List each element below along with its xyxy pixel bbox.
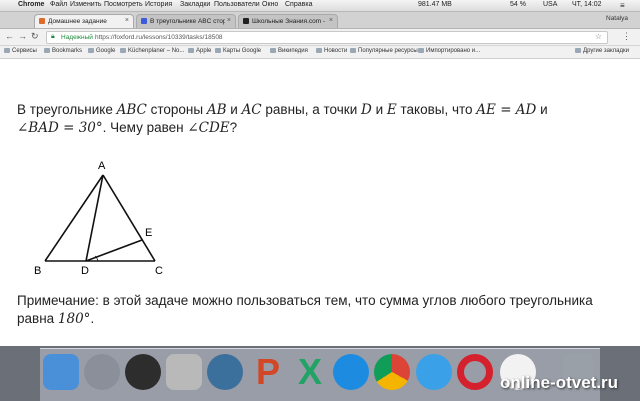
tab-title: Школьные Знания.com - Реш...	[252, 18, 327, 25]
bookmark-item[interactable]: Google	[88, 48, 115, 54]
other-bookmarks[interactable]: Другие закладки	[575, 48, 629, 54]
excel-icon[interactable]: X	[292, 354, 328, 390]
address-bar[interactable]: 🔒︎ Надежный https://foxford.ru/lessons/1…	[46, 31, 608, 44]
foxford-favicon-icon	[39, 18, 45, 24]
math-question: ∠CDE	[187, 120, 230, 136]
bookmark-item[interactable]: Карты Google	[215, 48, 261, 54]
apple-icon	[188, 48, 194, 53]
tab-title: В треугольнике ABC сторон...	[150, 18, 225, 25]
secure-label: Надежный	[61, 33, 93, 41]
menu-users[interactable]: Пользователи	[214, 1, 260, 8]
battery-status[interactable]: 54 %	[510, 1, 526, 8]
label-d: D	[81, 265, 89, 277]
folder-icon	[215, 48, 221, 53]
back-icon[interactable]: ←	[5, 31, 14, 41]
bookmark-star-icon[interactable]: ☆	[595, 32, 602, 41]
menu-history[interactable]: История	[145, 1, 172, 8]
bookmark-item[interactable]: Популярные ресурсы	[350, 48, 418, 54]
znanija-favicon-icon	[243, 18, 249, 24]
opera-icon[interactable]	[457, 354, 493, 390]
menu-help[interactable]: Справка	[285, 1, 312, 8]
google-favicon-icon	[141, 18, 147, 24]
menu-icon[interactable]: ⋮	[622, 31, 631, 42]
segment-de	[85, 239, 143, 262]
label-a: A	[98, 160, 106, 172]
time-machine-icon[interactable]	[207, 354, 243, 390]
wiki-icon	[270, 48, 276, 53]
bookmark-item[interactable]: Импортировано и...	[418, 48, 480, 54]
clock[interactable]: ЧТ, 14:02	[572, 1, 602, 8]
bookmark-item[interactable]: Новости	[316, 48, 347, 54]
spotlight-icon[interactable]: ≡	[620, 1, 625, 10]
profile-name[interactable]: Natalya	[606, 15, 628, 22]
math-d: D	[361, 102, 372, 118]
bookmarks-bar: Сервисы Bookmarks Google Küchenplaner – …	[0, 46, 640, 59]
problem-statement: В треугольнике ABC стороны AB и AC равны…	[17, 102, 548, 136]
menu-view[interactable]: Посмотреть	[104, 1, 143, 8]
powerpoint-icon[interactable]: P	[250, 354, 286, 390]
apps-icon	[4, 48, 10, 53]
url-text[interactable]: https://foxford.ru/lessons/10339/tasks/1…	[95, 34, 223, 41]
bookmark-item[interactable]: Bookmarks	[44, 48, 82, 54]
browser-toolbar: ← → ↻ 🔒︎ Надежный https://foxford.ru/les…	[0, 29, 640, 46]
math-eq1: AE = AD	[476, 102, 537, 118]
mac-menubar: Chrome Файл Изменить Посмотреть История …	[0, 0, 640, 12]
launchpad-icon[interactable]	[84, 354, 120, 390]
menu-app[interactable]: Chrome	[18, 1, 44, 8]
math-ab: AB	[206, 102, 227, 118]
tab-homework[interactable]: Домашнее задание ×	[34, 14, 134, 28]
tab-znanija[interactable]: Школьные Знания.com - Реш... ×	[238, 14, 338, 28]
chrome-icon[interactable]	[374, 354, 410, 390]
finder-icon[interactable]	[43, 354, 79, 390]
bookmark-item[interactable]: Википедия	[270, 48, 308, 54]
label-b: B	[34, 265, 41, 277]
folder-icon	[88, 48, 94, 53]
dashboard-icon[interactable]	[125, 354, 161, 390]
math-ac: AC	[241, 102, 262, 118]
tab-title: Домашнее задание	[48, 18, 107, 25]
star-folder-icon	[44, 48, 50, 53]
preview-icon[interactable]	[166, 354, 202, 390]
memory-status[interactable]: 981.47 MB	[418, 1, 452, 8]
math-e: E	[386, 102, 397, 118]
folder-icon	[575, 48, 581, 53]
app-store-icon[interactable]	[333, 354, 369, 390]
side-ac	[102, 174, 156, 262]
menu-edit[interactable]: Изменить	[70, 1, 102, 8]
tab-triangle[interactable]: В треугольнике ABC сторон... ×	[136, 14, 236, 28]
menu-file[interactable]: Файл	[50, 1, 67, 8]
math-abc: ABC	[116, 102, 147, 118]
folder-icon	[350, 48, 356, 53]
close-tab-icon[interactable]: ×	[329, 17, 333, 24]
lock-icon: 🔒︎	[51, 33, 55, 40]
page-icon	[120, 48, 126, 53]
menu-bookmarks[interactable]: Закладки	[180, 1, 210, 8]
reload-icon[interactable]: ↻	[31, 31, 39, 42]
label-c: C	[155, 265, 163, 277]
forward-icon[interactable]: →	[18, 31, 27, 41]
menu-window[interactable]: Окно	[262, 1, 278, 8]
note-text: Примечание: в этой задаче можно пользова…	[17, 293, 593, 327]
label-e: E	[145, 227, 152, 239]
math-180: 180°	[57, 311, 91, 327]
close-tab-icon[interactable]: ×	[125, 17, 129, 24]
folder-icon	[418, 48, 424, 53]
page-content: В треугольнике ABC стороны AB и AC равны…	[0, 59, 640, 346]
math-eq2: ∠BAD = 30°	[17, 120, 103, 136]
bookmark-item[interactable]: Küchenplaner – No...	[120, 48, 184, 54]
folder-icon	[316, 48, 322, 53]
bookmark-item[interactable]: Сервисы	[4, 48, 37, 54]
close-tab-icon[interactable]: ×	[227, 17, 231, 24]
bookmark-item[interactable]: Apple	[188, 48, 211, 54]
triangle-figure: A B C D E	[34, 160, 163, 277]
locale-status[interactable]: USA	[543, 1, 557, 8]
watermark: online-otvet.ru	[500, 373, 619, 392]
safari-icon[interactable]	[416, 354, 452, 390]
